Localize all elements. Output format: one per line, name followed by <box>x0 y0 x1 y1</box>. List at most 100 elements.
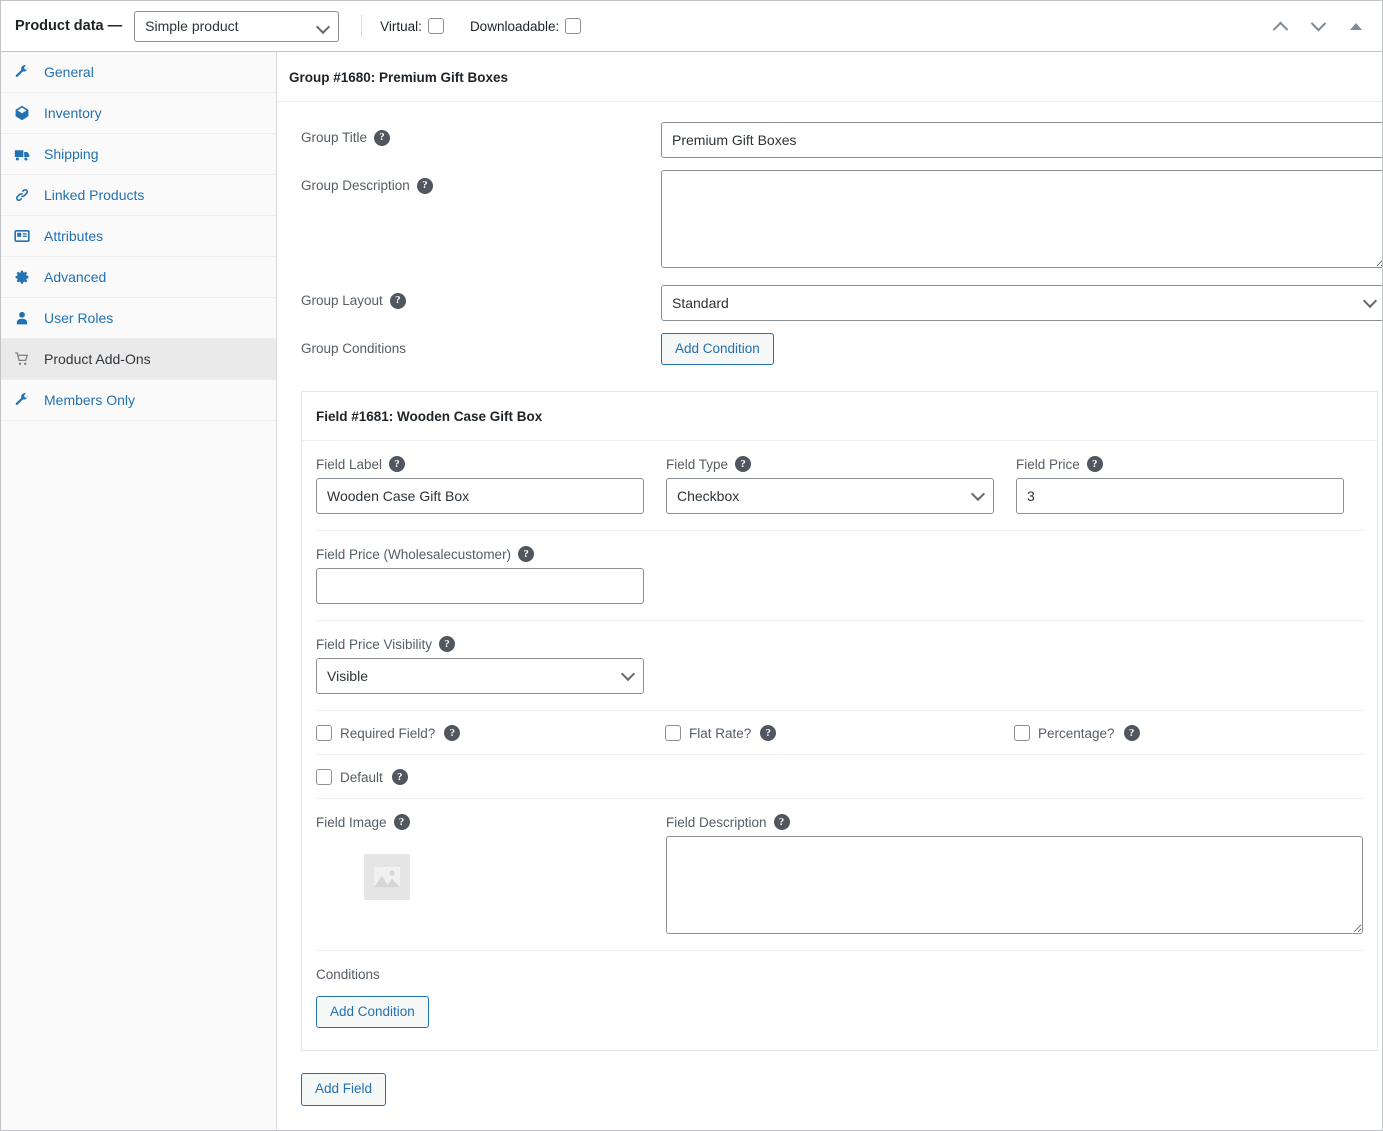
help-icon[interactable]: ? <box>1086 456 1103 473</box>
field-flags-row: Required Field? ? Flat Rate? ? Percentag… <box>316 711 1363 756</box>
field-conditions-block: Conditions Add Condition <box>316 951 1363 1050</box>
group-description-row: Group Description ? <box>301 170 1382 273</box>
user-icon <box>12 309 32 327</box>
attributes-icon <box>12 227 32 245</box>
product-data-tabs-sidebar: General Inventory Shipping Linked Produc… <box>1 52 277 1130</box>
page-title: Product data — <box>15 18 123 34</box>
field-description-textarea[interactable] <box>666 836 1363 935</box>
downloadable-checkbox-row[interactable]: Downloadable: <box>469 18 582 34</box>
sidebar-item-user-roles[interactable]: User Roles <box>1 298 276 339</box>
field-primary-row: Field Label ? Field Type ? <box>316 441 1363 532</box>
help-icon[interactable]: ? <box>374 129 391 146</box>
downloadable-checkbox[interactable] <box>565 18 582 34</box>
wrench-icon <box>12 391 32 409</box>
field-media-row: Field Image ? Field Description ? <box>316 799 1363 952</box>
sidebar-item-label: Members Only <box>44 392 136 408</box>
group-title-input[interactable] <box>661 122 1382 158</box>
sidebar-item-shipping[interactable]: Shipping <box>1 134 276 175</box>
group-description-textarea[interactable] <box>661 170 1382 268</box>
field-wholesale-price-row: Field Price (Wholesalecustomer) ? <box>316 531 1363 622</box>
help-icon[interactable]: ? <box>735 456 752 473</box>
field-label-column: Field Label ? <box>316 456 644 515</box>
field-type-select[interactable]: Checkbox <box>666 478 994 515</box>
sidebar-item-general[interactable]: General <box>1 52 276 93</box>
field-image-label: Field Image ? <box>316 814 644 831</box>
sidebar-item-linked-products[interactable]: Linked Products <box>1 175 276 216</box>
virtual-checkbox-row[interactable]: Virtual: <box>380 18 444 34</box>
field-price-label: Field Price ? <box>1016 456 1344 473</box>
field-wholesale-price-label: Field Price (Wholesalecustomer) ? <box>316 546 644 563</box>
help-icon[interactable]: ? <box>389 456 406 473</box>
help-icon[interactable]: ? <box>389 292 406 309</box>
field-label-label: Field Label ? <box>316 456 644 473</box>
chevron-up-icon[interactable] <box>1268 15 1292 39</box>
field-default-row: Default ? <box>316 755 1363 800</box>
product-type-select-wrapper: Simple product <box>134 10 340 42</box>
percentage-checkbox-row[interactable]: Percentage? ? <box>1014 725 1363 742</box>
help-icon[interactable]: ? <box>444 725 461 742</box>
truck-icon <box>12 145 32 163</box>
field-price-input[interactable] <box>1016 478 1344 515</box>
product-type-select[interactable]: Simple product <box>134 10 340 42</box>
sidebar-item-label: Product Add-Ons <box>44 351 151 367</box>
flat-rate-checkbox-row[interactable]: Flat Rate? ? <box>665 725 1014 742</box>
help-icon[interactable]: ? <box>760 725 777 742</box>
link-icon <box>12 186 32 204</box>
field-type-column: Field Type ? Checkbox <box>666 456 994 515</box>
flat-rate-checkbox[interactable] <box>665 725 681 742</box>
default-checkbox-row[interactable]: Default ? <box>316 769 665 786</box>
help-icon[interactable]: ? <box>439 636 456 653</box>
field-settings-form: Field Label ? Field Type ? <box>302 441 1377 1050</box>
group-settings-form: Group Title ? Group Description ? <box>277 102 1382 366</box>
sidebar-item-advanced[interactable]: Advanced <box>1 257 276 298</box>
sidebar-item-label: Advanced <box>44 269 107 285</box>
help-icon[interactable]: ? <box>391 769 408 786</box>
field-price-visibility-select[interactable]: Visible <box>316 658 644 695</box>
default-checkbox[interactable] <box>316 769 332 786</box>
field-price-column: Field Price ? <box>1016 456 1344 515</box>
field-price-visibility-select-wrapper: Visible <box>316 658 644 695</box>
help-icon[interactable]: ? <box>393 814 410 831</box>
field-label-input[interactable] <box>316 478 644 515</box>
sidebar-item-members-only[interactable]: Members Only <box>1 380 276 421</box>
group-add-condition-button[interactable]: Add Condition <box>661 333 774 366</box>
group-layout-select[interactable]: Standard <box>661 285 1382 321</box>
field-price-visibility-label: Field Price Visibility ? <box>316 636 644 653</box>
chevron-down-icon[interactable] <box>1306 15 1330 39</box>
required-field-checkbox-row[interactable]: Required Field? ? <box>316 725 665 742</box>
help-icon[interactable]: ? <box>773 814 790 831</box>
sidebar-item-product-add-ons[interactable]: Product Add-Ons <box>1 339 276 380</box>
required-field-checkbox[interactable] <box>316 725 332 742</box>
add-field-button[interactable]: Add Field <box>301 1073 387 1106</box>
group-layout-row: Group Layout ? Standard <box>301 285 1382 321</box>
field-add-condition-button[interactable]: Add Condition <box>316 996 429 1029</box>
sidebar-item-label: General <box>44 64 94 80</box>
sidebar-item-inventory[interactable]: Inventory <box>1 93 276 134</box>
help-icon[interactable]: ? <box>1123 725 1140 742</box>
virtual-checkbox[interactable] <box>427 18 444 34</box>
percentage-checkbox[interactable] <box>1014 725 1030 742</box>
virtual-label: Virtual: <box>380 18 422 34</box>
image-placeholder-icon[interactable] <box>364 854 410 901</box>
field-heading: Field #1681: Wooden Case Gift Box <box>302 392 1377 442</box>
required-field-label: Required Field? <box>340 725 436 741</box>
group-title-row: Group Title ? <box>301 122 1382 158</box>
default-label: Default <box>340 769 383 785</box>
field-image-column: Field Image ? <box>316 814 644 934</box>
cart-icon <box>12 350 32 368</box>
field-description-label: Field Description ? <box>666 814 1363 831</box>
group-conditions-label: Group Conditions <box>301 341 407 356</box>
field-wholesale-price-column: Field Price (Wholesalecustomer) ? <box>316 546 644 605</box>
field-price-visibility-row: Field Price Visibility ? Visible <box>316 621 1363 712</box>
field-conditions-label: Conditions <box>316 967 380 983</box>
field-type-select-wrapper: Checkbox <box>666 478 994 515</box>
downloadable-label: Downloadable: <box>469 18 560 34</box>
flat-rate-label: Flat Rate? <box>689 725 752 741</box>
help-icon[interactable]: ? <box>416 177 433 194</box>
product-data-panel: Product data — Simple product Virtual: D… <box>0 0 1383 1131</box>
help-icon[interactable]: ? <box>518 546 535 563</box>
triangle-up-icon[interactable] <box>1344 15 1368 39</box>
field-wholesale-price-input[interactable] <box>316 568 644 605</box>
add-ons-content-area: Group #1680: Premium Gift Boxes Group Ti… <box>277 52 1382 1130</box>
sidebar-item-attributes[interactable]: Attributes <box>1 216 276 257</box>
